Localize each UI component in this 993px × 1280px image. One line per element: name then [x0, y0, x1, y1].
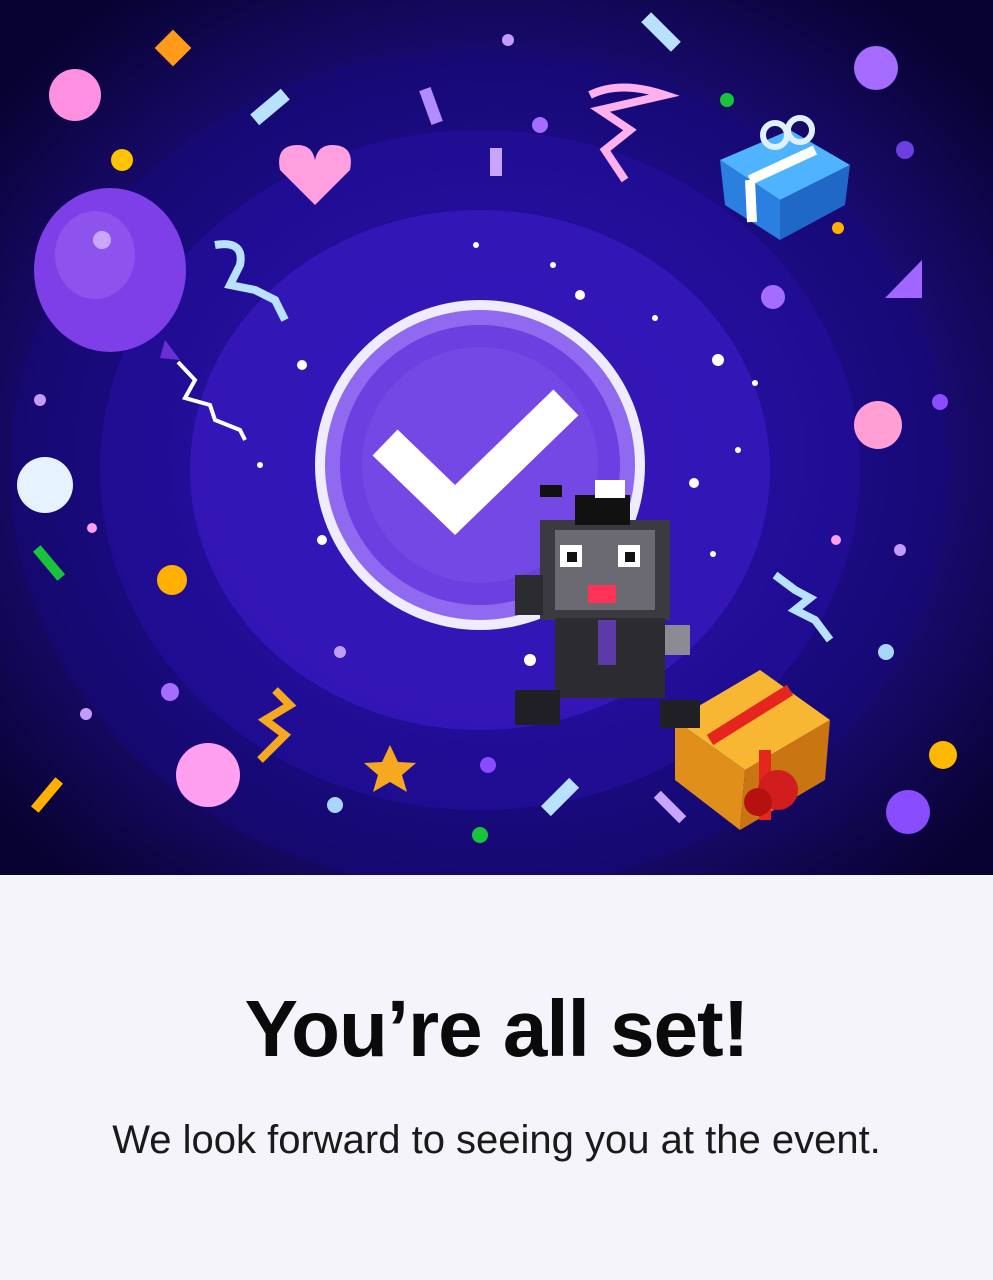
confirmation-message: We look forward to seeing you at the eve… — [112, 1118, 881, 1162]
page-title: You’re all set! — [244, 984, 750, 1073]
confirmation-content: You’re all set! We look forward to seein… — [0, 875, 993, 1280]
celebration-illustration — [0, 0, 993, 875]
confirmation-card: You’re all set! We look forward to seein… — [0, 0, 993, 1280]
